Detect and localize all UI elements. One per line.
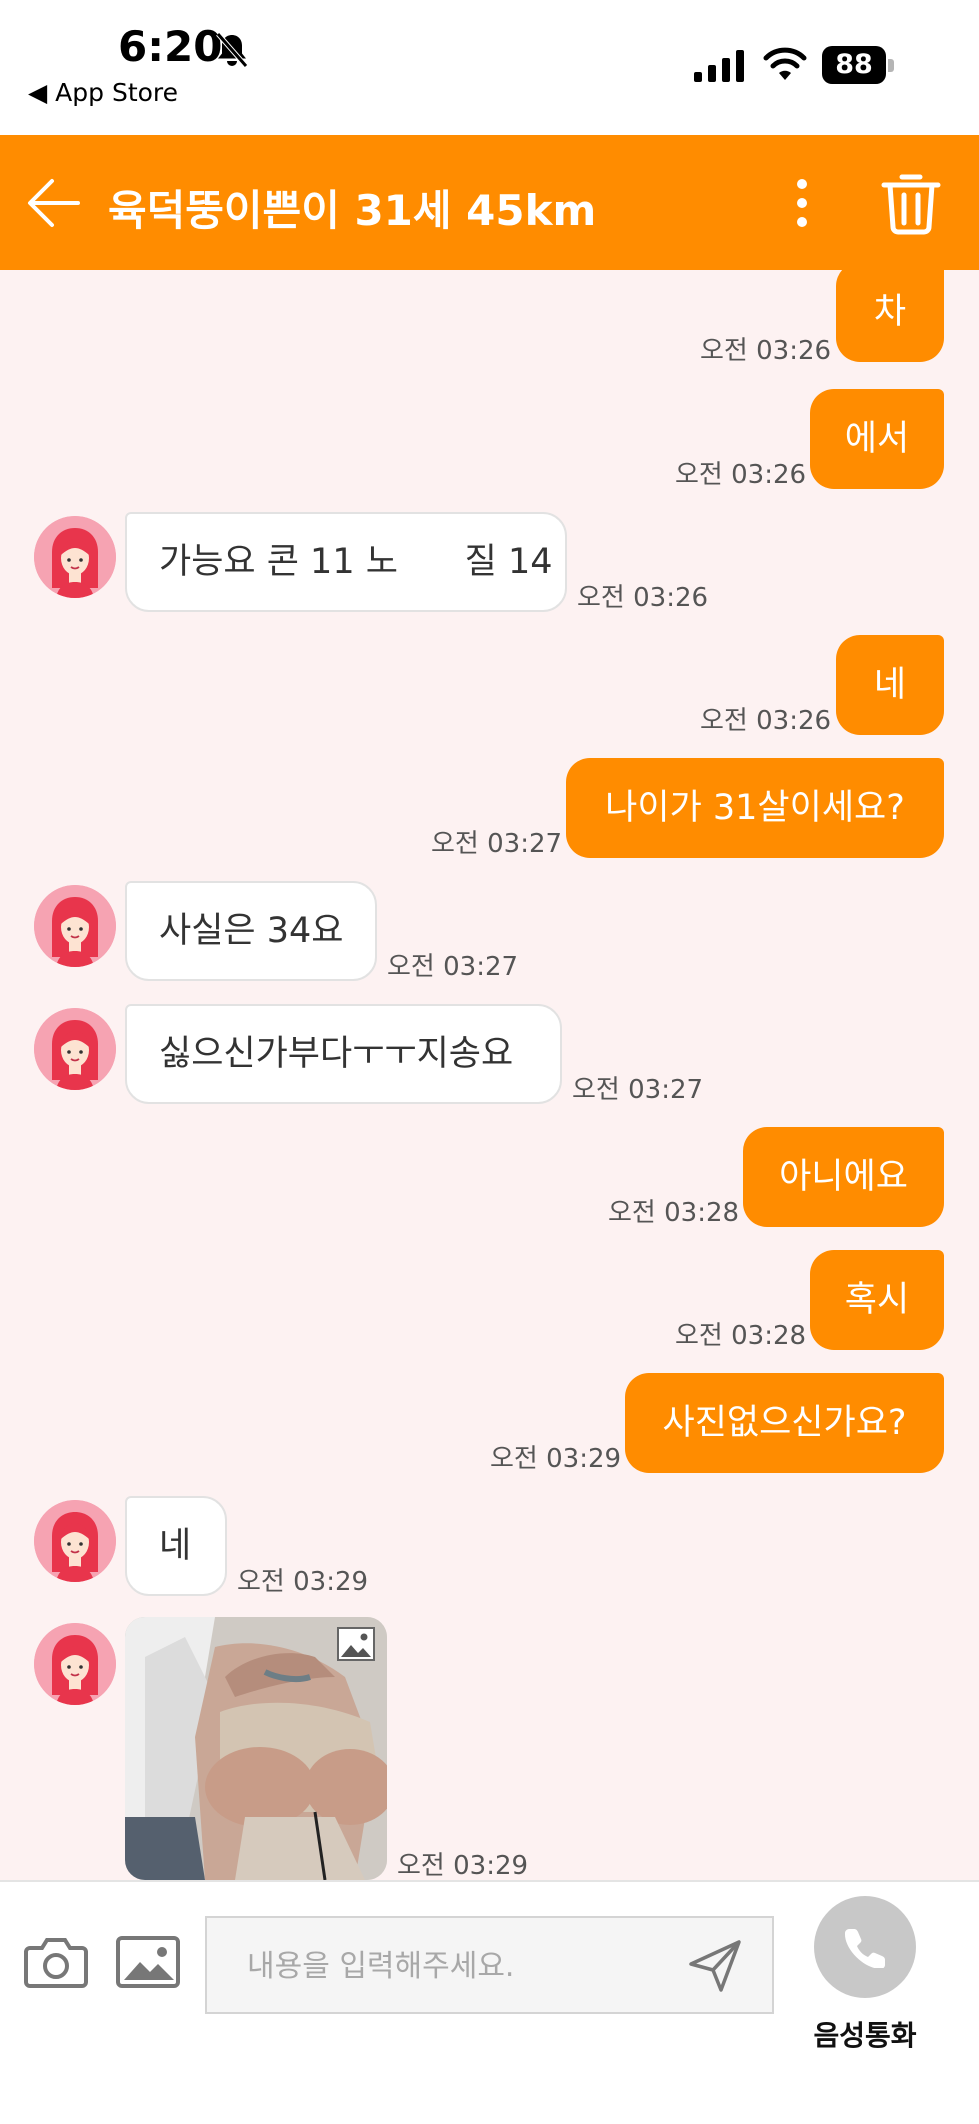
message-time: 오전 03:28 [608, 1198, 740, 1228]
avatar-icon[interactable] [34, 516, 116, 598]
back-arrow-icon[interactable] [26, 177, 82, 229]
message-input[interactable] [247, 1946, 667, 1986]
signal-icon [694, 50, 744, 82]
chat-messages[interactable]: 차 오전 03:26 에서 오전 03:26 가능요 콘 11 노 질 14 오… [0, 270, 979, 1880]
sent-message: 차 [836, 270, 944, 362]
sent-message: 사진없으신가요? [625, 1373, 944, 1473]
status-time: 6:20 [118, 22, 223, 71]
back-to-app-store[interactable]: ◀ App Store [28, 78, 178, 107]
received-message: 가능요 콘 11 노 질 14 [125, 512, 567, 612]
photo-message[interactable] [125, 1617, 387, 1880]
message-time: 오전 03:26 [577, 583, 709, 613]
gallery-icon[interactable] [116, 1936, 180, 1988]
voice-call-label: 음성통화 [813, 2019, 917, 2052]
avatar-icon[interactable] [34, 885, 116, 967]
message-time: 오전 03:28 [675, 1321, 807, 1351]
message-time: 오전 03:27 [431, 829, 563, 859]
message-time: 오전 03:29 [490, 1444, 622, 1474]
trash-icon[interactable] [880, 171, 942, 235]
message-time: 오전 03:27 [572, 1075, 704, 1105]
chat-partner-title: 육덕뚱이쁜이 31세 45km [108, 186, 597, 235]
received-message: 네 [125, 1496, 227, 1596]
received-message: 사실은 34요 [125, 881, 377, 981]
avatar-icon[interactable] [34, 1500, 116, 1582]
avatar-icon[interactable] [34, 1008, 116, 1090]
message-input-box [205, 1916, 774, 2014]
sent-message: 아니에요 [743, 1127, 944, 1227]
chat-header: 육덕뚱이쁜이 31세 45km [0, 135, 979, 270]
received-message: 싫으신가부다ㅜㅜ지송요 [125, 1004, 562, 1104]
message-time: 오전 03:26 [675, 460, 807, 490]
message-time: 오전 03:29 [397, 1851, 529, 1880]
wifi-icon [763, 47, 807, 80]
message-time: 오전 03:27 [387, 952, 519, 982]
message-time: 오전 03:26 [700, 706, 832, 736]
avatar-icon[interactable] [34, 1623, 116, 1705]
sent-message: 혹시 [810, 1250, 944, 1350]
bell-slash-icon [216, 32, 248, 68]
battery-icon: 88 [822, 46, 894, 84]
sent-message: 나이가 31살이세요? [566, 758, 944, 858]
image-badge-icon [337, 1627, 375, 1661]
sent-message: 네 [836, 635, 944, 735]
camera-icon[interactable] [24, 1934, 88, 1990]
message-time: 오전 03:26 [700, 336, 832, 366]
status-bar: 6:20 ◀ App Store 88 [0, 0, 979, 135]
battery-cap [888, 59, 894, 72]
message-time: 오전 03:29 [237, 1567, 369, 1597]
battery-level: 88 [822, 46, 886, 84]
sent-message: 에서 [810, 389, 944, 489]
voice-call-button[interactable] [814, 1896, 916, 1998]
more-vertical-icon[interactable] [782, 175, 822, 231]
send-icon[interactable] [687, 1938, 743, 1994]
message-composer: 음성통화 [0, 1880, 979, 2124]
phone-icon [844, 1929, 885, 1968]
